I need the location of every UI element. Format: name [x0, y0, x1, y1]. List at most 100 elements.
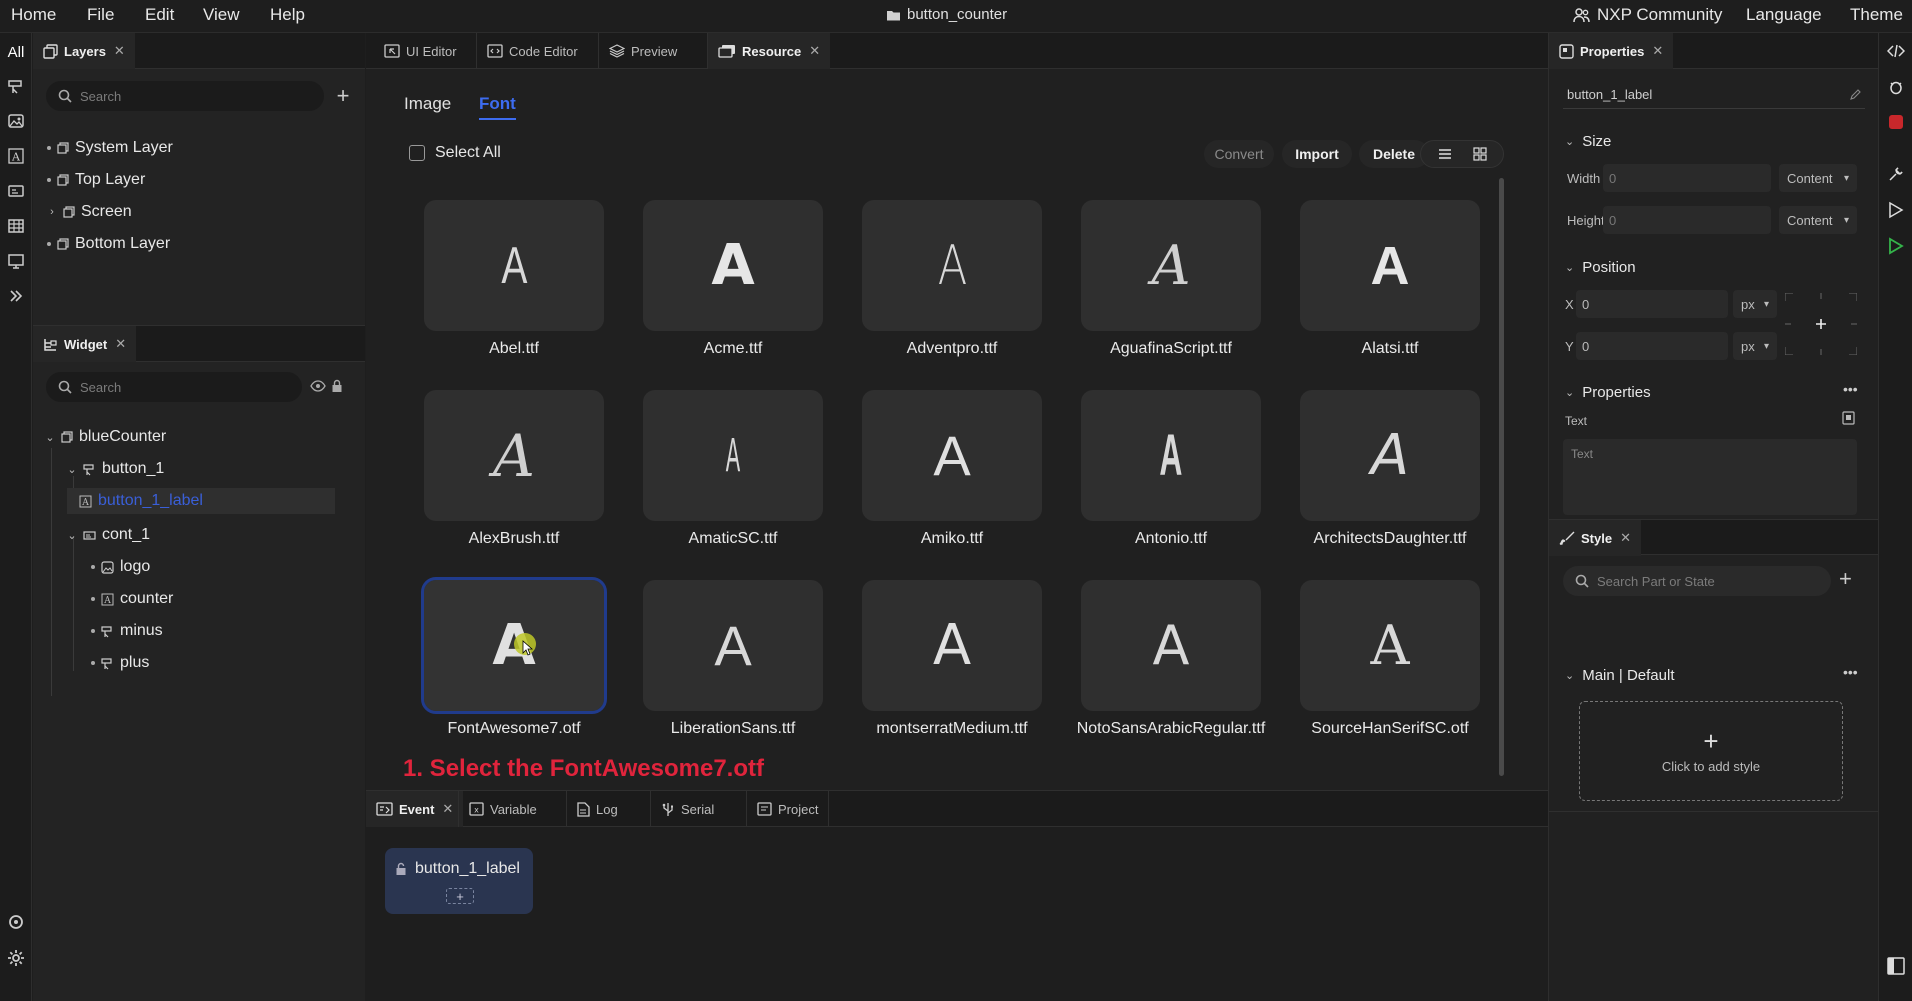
tab-serial[interactable]: Serial	[650, 791, 724, 827]
eye-icon[interactable]	[310, 380, 326, 392]
font-card[interactable]: A	[424, 390, 604, 521]
card-widget-icon[interactable]	[3, 178, 29, 204]
tab-code-editor[interactable]: Code Editor	[476, 33, 588, 69]
font-card[interactable]: A	[643, 390, 823, 521]
event-add-button[interactable]: +	[446, 888, 474, 904]
name-field[interactable]: button_1_label	[1563, 81, 1865, 109]
tab-variable[interactable]: x Variable	[458, 791, 547, 827]
delete-button[interactable]: Delete	[1359, 140, 1429, 168]
close-icon[interactable]: ✕	[1652, 43, 1663, 59]
style-search-input[interactable]: Search Part or State	[1563, 566, 1831, 596]
font-card[interactable]: A	[1081, 200, 1261, 331]
more-icon[interactable]: •••	[1843, 381, 1858, 397]
menu-language[interactable]: Language	[1746, 0, 1822, 29]
tree-item-minus[interactable]: minus	[91, 618, 163, 644]
font-card[interactable]: A	[1300, 200, 1480, 331]
all-filter[interactable]: All	[3, 39, 29, 65]
add-layer-button[interactable]: +	[331, 81, 355, 111]
menu-theme[interactable]: Theme	[1850, 0, 1903, 29]
resource-scrollbar[interactable]	[1499, 178, 1504, 776]
tree-item-button-label[interactable]: Abutton_1_label	[67, 488, 335, 514]
select-all[interactable]: Select All	[409, 144, 501, 162]
layout-icon[interactable]	[1887, 957, 1905, 975]
layer-item[interactable]: Top Layer	[47, 167, 145, 193]
width-mode-select[interactable]: Content ▾	[1779, 164, 1857, 192]
layers-search-input[interactable]: Search	[46, 81, 324, 111]
text-area[interactable]: Text	[1563, 439, 1857, 515]
font-card[interactable]: A	[1081, 390, 1261, 521]
size-section[interactable]: ⌄ Size	[1565, 133, 1611, 150]
x-input[interactable]: 0	[1576, 290, 1728, 318]
close-icon[interactable]: ✕	[1620, 530, 1631, 546]
layer-item[interactable]: Bottom Layer	[47, 231, 170, 257]
text-options-icon[interactable]	[1842, 411, 1855, 425]
tools-icon[interactable]	[1887, 165, 1905, 183]
add-style-area[interactable]: + Click to add style	[1579, 701, 1843, 801]
edit-icon[interactable]	[1849, 88, 1861, 101]
y-unit-select[interactable]: px ▾	[1733, 332, 1777, 360]
community-link[interactable]: NXP Community	[1573, 0, 1722, 29]
x-unit-select[interactable]: px ▾	[1733, 290, 1777, 318]
record-icon[interactable]	[1889, 115, 1903, 129]
position-section[interactable]: ⌄ Position	[1565, 259, 1636, 276]
tab-resource[interactable]: Resource ✕	[707, 33, 831, 69]
select-all-checkbox[interactable]	[409, 145, 425, 161]
run-icon[interactable]	[1887, 237, 1905, 255]
font-card[interactable]: A	[1300, 580, 1480, 711]
import-button[interactable]: Import	[1282, 140, 1352, 168]
font-card[interactable]: A	[1300, 390, 1480, 521]
tree-item-plus[interactable]: plus	[91, 650, 149, 676]
widget-search-input[interactable]: Search	[46, 372, 302, 402]
chevron-down-icon[interactable]: ⌄	[67, 463, 77, 476]
tab-ui-editor[interactable]: UI Editor	[374, 33, 467, 69]
close-icon[interactable]: ✕	[114, 43, 125, 59]
width-input[interactable]: 0	[1603, 164, 1771, 192]
tree-item-root[interactable]: ⌄ blueCounter	[45, 424, 166, 450]
font-card[interactable]: A	[862, 200, 1042, 331]
lock-icon[interactable]	[331, 379, 343, 393]
image-widget-icon[interactable]	[3, 108, 29, 134]
tree-item-button[interactable]: ⌄ button_1	[67, 456, 164, 482]
tree-item-logo[interactable]: logo	[91, 554, 150, 580]
tab-widget[interactable]: Widget ✕	[33, 326, 137, 362]
tab-project[interactable]: Project	[746, 791, 830, 827]
plugin-icon[interactable]	[3, 909, 29, 935]
font-card-selected[interactable]: A	[421, 577, 607, 714]
event-node-card[interactable]: button_1_label +	[385, 848, 533, 914]
deploy-icon[interactable]	[1887, 201, 1905, 219]
layer-item[interactable]: System Layer	[47, 135, 173, 161]
close-icon[interactable]: ✕	[115, 336, 126, 352]
menu-view[interactable]: View	[203, 0, 240, 29]
font-card[interactable]: A	[1081, 580, 1261, 711]
more-icon[interactable]: •••	[1843, 664, 1858, 680]
close-icon[interactable]: ✕	[809, 43, 820, 59]
menu-edit[interactable]: Edit	[145, 0, 174, 29]
chevron-down-icon[interactable]: ⌄	[67, 529, 77, 542]
font-card[interactable]: A	[862, 580, 1042, 711]
font-card[interactable]: A	[424, 200, 604, 331]
add-style-state-button[interactable]: +	[1839, 566, 1852, 592]
tree-item-counter[interactable]: Acounter	[91, 586, 173, 612]
chevron-right-icon[interactable]: ›	[47, 206, 57, 218]
subtab-font[interactable]: Font	[479, 94, 516, 120]
tab-style[interactable]: Style ✕	[1549, 520, 1641, 556]
screen-widget-icon[interactable]	[3, 248, 29, 274]
main-default-section[interactable]: ⌄ Main | Default	[1565, 667, 1675, 684]
convert-button[interactable]: Convert	[1204, 140, 1274, 168]
tab-event[interactable]: Event ✕	[366, 791, 464, 827]
height-input[interactable]: 0	[1603, 206, 1771, 234]
chevron-down-icon[interactable]: ⌄	[45, 431, 55, 444]
list-view-icon[interactable]	[1437, 147, 1453, 161]
code-view-icon[interactable]	[1887, 43, 1905, 59]
close-icon[interactable]: ✕	[442, 801, 453, 817]
button-widget-icon[interactable]	[3, 73, 29, 99]
layer-item[interactable]: › Screen	[47, 199, 132, 225]
props-section[interactable]: ⌄ Properties	[1565, 384, 1651, 401]
y-input[interactable]: 0	[1576, 332, 1728, 360]
font-card[interactable]: A	[643, 200, 823, 331]
tab-properties[interactable]: Properties ✕	[1549, 33, 1674, 69]
label-widget-icon[interactable]: A	[3, 143, 29, 169]
menu-home[interactable]: Home	[11, 0, 56, 29]
settings-icon[interactable]	[3, 945, 29, 971]
bug-icon[interactable]	[1887, 79, 1905, 95]
